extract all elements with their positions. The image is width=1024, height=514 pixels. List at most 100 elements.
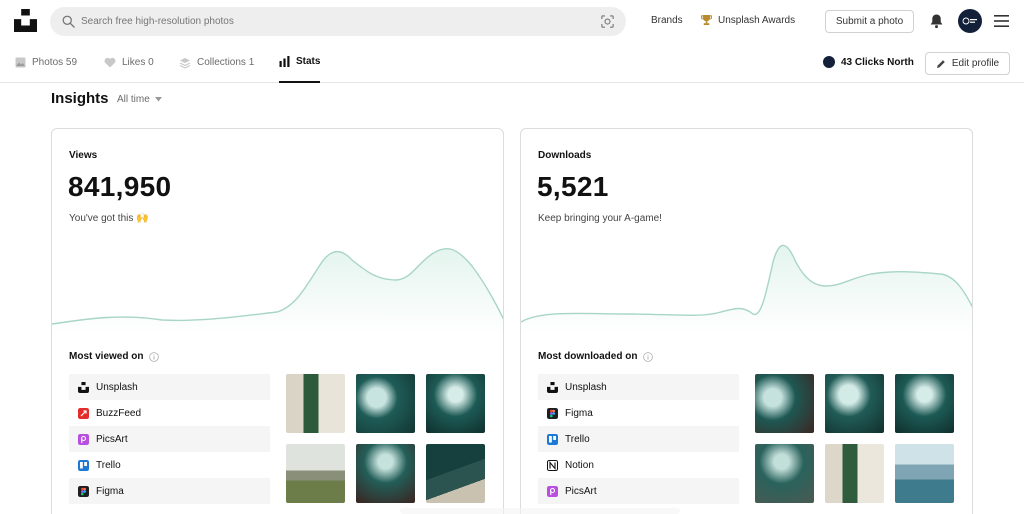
trello-icon — [78, 459, 89, 471]
tab-photos-label: Photos 59 — [32, 57, 78, 68]
top-bar: Brands Unsplash Awards Submit a photo — [0, 0, 1024, 42]
search-icon — [62, 15, 75, 28]
list-item: Trello — [69, 452, 270, 478]
avatar-logo-icon — [962, 17, 977, 25]
list-item: BuzzFeed — [69, 400, 270, 426]
info-icon[interactable] — [643, 351, 654, 362]
caret-down-icon — [154, 97, 162, 102]
trophy-icon — [701, 14, 712, 26]
list-item: Unsplash — [69, 374, 270, 400]
bar-chart-icon — [279, 56, 290, 67]
downloads-sparkline — [521, 244, 972, 334]
nav-awards-link[interactable]: Unsplash Awards — [718, 15, 795, 26]
platform-name: Notion — [565, 459, 594, 471]
photo-thumbnail[interactable] — [286, 444, 345, 503]
list-item: Trello — [538, 426, 739, 452]
platform-name: Figma — [565, 407, 593, 419]
scroll-shadow — [400, 508, 680, 514]
search-input[interactable] — [81, 7, 601, 36]
user-avatar[interactable] — [958, 9, 982, 33]
photo-thumbnail[interactable] — [286, 374, 345, 433]
notification-bell-icon[interactable] — [929, 13, 944, 29]
tab-photos[interactable]: Photos 59 — [15, 42, 77, 83]
unsplash-icon — [78, 381, 89, 393]
info-icon[interactable] — [149, 351, 160, 362]
trello-icon — [547, 433, 558, 445]
list-item: PicsArt — [538, 478, 739, 504]
profile-tabs: Photos 59 Likes 0 Collections 1 Stats 43… — [0, 42, 1024, 83]
figma-icon — [547, 407, 558, 419]
list-item: Unsplash — [538, 374, 739, 400]
platform-name: PicsArt — [565, 485, 597, 497]
photo-thumbnail[interactable] — [825, 374, 884, 433]
photo-thumbnail[interactable] — [356, 444, 415, 503]
submit-photo-button[interactable]: Submit a photo — [825, 10, 914, 33]
tab-collections[interactable]: Collections 1 — [179, 42, 254, 83]
platform-name: Figma — [96, 485, 124, 497]
profile-mini-avatar — [823, 56, 835, 68]
most-downloaded-list: Unsplash Figma Trello Notion PicsArt — [538, 374, 739, 504]
photo-thumbnail[interactable] — [825, 444, 884, 503]
notion-icon — [547, 459, 558, 471]
profile-name: 43 Clicks North — [841, 56, 914, 68]
views-subtitle: You've got this 🙌 — [69, 213, 149, 224]
views-label: Views — [69, 150, 98, 161]
downloads-sparkline-area — [521, 245, 972, 334]
tab-likes[interactable]: Likes 0 — [104, 42, 154, 83]
platform-name: PicsArt — [96, 433, 128, 445]
most-viewed-label: Most viewed on — [69, 351, 144, 362]
views-card: Views 841,950 You've got this 🙌 Most vie… — [51, 128, 504, 514]
list-item: Figma — [538, 400, 739, 426]
unsplash-logo-icon[interactable] — [14, 9, 37, 32]
list-item: Figma — [69, 478, 270, 504]
heart-icon — [104, 57, 116, 68]
edit-profile-label: Edit profile — [951, 58, 1000, 69]
profile-name-link[interactable]: 43 Clicks North — [823, 56, 914, 68]
unsplash-icon — [547, 381, 558, 393]
insights-title: Insights — [51, 90, 109, 107]
platform-name: Trello — [96, 459, 121, 471]
list-item: Notion — [538, 452, 739, 478]
photo-thumbnail[interactable] — [895, 374, 954, 433]
buzzfeed-icon — [78, 407, 89, 419]
nav-brands-link[interactable]: Brands — [651, 15, 683, 26]
search-bar[interactable] — [50, 7, 626, 36]
most-viewed-list: Unsplash BuzzFeed PicsArt Trello Figma — [69, 374, 270, 504]
image-icon — [15, 57, 26, 68]
tab-likes-label: Likes 0 — [122, 57, 154, 68]
photo-thumbnail[interactable] — [426, 444, 485, 503]
views-sparkline-area — [52, 248, 503, 334]
photo-thumbnail[interactable] — [755, 444, 814, 503]
hamburger-menu-icon[interactable] — [994, 15, 1009, 27]
platform-name: Unsplash — [565, 381, 607, 393]
figma-icon — [78, 485, 89, 497]
most-viewed-title: Most viewed on — [69, 351, 160, 362]
edit-profile-button[interactable]: Edit profile — [925, 52, 1010, 75]
period-dropdown[interactable]: All time — [117, 94, 162, 105]
downloads-value: 5,521 — [537, 171, 609, 202]
pencil-icon — [936, 59, 945, 68]
views-sparkline — [52, 247, 503, 334]
views-value: 841,950 — [68, 171, 172, 202]
most-downloaded-label: Most downloaded on — [538, 351, 638, 362]
platform-name: Trello — [565, 433, 590, 445]
downloads-card: Downloads 5,521 Keep bringing your A-gam… — [520, 128, 973, 514]
photo-thumbnail[interactable] — [356, 374, 415, 433]
most-downloaded-title: Most downloaded on — [538, 351, 654, 362]
period-label: All time — [117, 94, 150, 105]
downloads-subtitle: Keep bringing your A-game! — [538, 213, 662, 224]
layers-icon — [179, 57, 191, 69]
picsart-icon — [78, 433, 89, 445]
tab-collections-label: Collections 1 — [197, 57, 255, 68]
downloads-label: Downloads — [538, 150, 592, 161]
picsart-icon — [547, 485, 558, 497]
photo-thumbnail[interactable] — [426, 374, 485, 433]
tab-stats-label: Stats — [296, 56, 321, 67]
platform-name: Unsplash — [96, 381, 138, 393]
visual-search-icon[interactable] — [600, 14, 615, 29]
platform-name: BuzzFeed — [96, 407, 142, 419]
photo-thumbnail[interactable] — [895, 444, 954, 503]
tab-stats[interactable]: Stats — [279, 42, 321, 83]
list-item: PicsArt — [69, 426, 270, 452]
photo-thumbnail[interactable] — [755, 374, 814, 433]
